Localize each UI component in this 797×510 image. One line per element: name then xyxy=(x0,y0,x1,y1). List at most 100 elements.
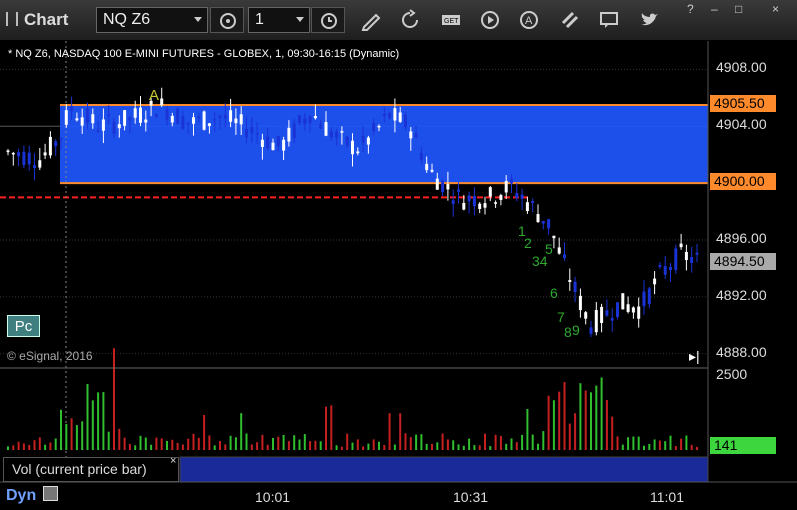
volume-axis-label: 2500 xyxy=(716,366,748,382)
candle-body xyxy=(117,124,121,129)
candle-body xyxy=(181,116,185,129)
volume-bars xyxy=(7,348,698,450)
price-label: 4888.00 xyxy=(716,344,767,360)
volume-bar xyxy=(293,435,296,450)
pc-button[interactable]: Pc xyxy=(7,315,40,337)
volume-bar xyxy=(325,406,327,450)
candle-body xyxy=(298,115,301,123)
candle-body xyxy=(112,121,116,134)
volume-bar xyxy=(28,444,31,450)
candle-body xyxy=(589,327,593,334)
candle-body xyxy=(504,180,508,193)
volume-bar xyxy=(690,444,693,450)
volume-bar xyxy=(330,405,333,450)
candle-body xyxy=(684,251,688,261)
candle-body xyxy=(515,193,519,198)
volume-bar xyxy=(22,443,25,450)
candle-body xyxy=(287,127,291,142)
volume-bar xyxy=(340,446,343,450)
volume-bar xyxy=(637,436,640,450)
volume-bar xyxy=(250,444,253,450)
candle-body xyxy=(139,107,142,123)
volume-bar xyxy=(256,442,259,450)
volume-bar xyxy=(388,413,391,450)
candle-body xyxy=(128,117,132,121)
candle-body xyxy=(669,266,672,271)
candle-body xyxy=(631,307,635,313)
price-label: 4904.00 xyxy=(716,116,767,132)
candle-body xyxy=(218,115,222,119)
volume-bar xyxy=(171,439,174,450)
volume-bar xyxy=(107,431,110,450)
candle-body xyxy=(319,124,323,129)
candle-body xyxy=(547,219,551,229)
volume-bar xyxy=(584,390,587,450)
volume-bar xyxy=(664,441,667,450)
volume-bar xyxy=(197,437,200,450)
candle-body xyxy=(690,257,694,264)
candle-body xyxy=(96,130,100,133)
candle-body xyxy=(340,131,344,133)
candle-body xyxy=(101,119,105,131)
candle-body xyxy=(372,122,376,131)
volume-bar xyxy=(696,446,698,450)
candle-body xyxy=(483,203,487,208)
volume-bar xyxy=(181,444,184,450)
count-label: 2 xyxy=(524,235,532,251)
candle-body xyxy=(499,195,503,201)
volume-bar xyxy=(478,445,481,450)
candle-body xyxy=(658,265,662,267)
volume-bar xyxy=(266,444,269,450)
volume-bar xyxy=(531,434,534,450)
dyn-label[interactable]: Dyn xyxy=(6,487,36,505)
candle-body xyxy=(197,116,201,119)
volume-bar xyxy=(658,440,661,450)
candle-body xyxy=(462,202,466,210)
candle-body xyxy=(382,113,386,116)
candle-body xyxy=(282,139,286,151)
volume-bar xyxy=(436,442,439,450)
volume-bar xyxy=(568,423,571,450)
volume-bar xyxy=(574,413,577,450)
candle-body xyxy=(260,139,264,147)
volume-bar xyxy=(144,437,147,450)
candle-body xyxy=(377,125,381,128)
volume-bar xyxy=(404,433,407,450)
volume-bar xyxy=(60,409,62,450)
volume-bar xyxy=(378,441,380,450)
candle-body xyxy=(388,112,392,119)
candle-body xyxy=(621,293,625,310)
volume-bar xyxy=(277,436,280,450)
price-chart[interactable] xyxy=(0,0,797,510)
candle-body xyxy=(653,278,657,285)
volume-bar xyxy=(563,382,566,450)
volume-bar xyxy=(97,392,100,450)
candle-body xyxy=(33,165,36,169)
lock-icon[interactable] xyxy=(43,486,58,501)
candle-body xyxy=(27,152,31,165)
volume-scroll-area[interactable] xyxy=(179,456,709,483)
volume-bar xyxy=(113,348,115,450)
candle-body xyxy=(531,201,535,203)
candle-body xyxy=(176,109,180,125)
candle-body xyxy=(292,123,296,139)
volume-bar xyxy=(399,413,402,450)
count-label: 9 xyxy=(572,322,580,338)
close-icon[interactable]: × xyxy=(170,455,176,467)
candle-body xyxy=(578,295,582,311)
volume-bar xyxy=(393,444,396,450)
candle-body xyxy=(663,266,667,275)
candle-body xyxy=(313,115,317,119)
candle-body xyxy=(48,136,52,156)
expand-icon[interactable]: ▸| xyxy=(689,348,700,365)
volume-bar xyxy=(81,421,84,450)
volume-bar xyxy=(653,439,656,450)
volume-bar xyxy=(383,445,386,450)
volume-bar xyxy=(499,435,502,450)
volume-bar xyxy=(139,435,142,450)
candle-body xyxy=(541,221,545,224)
volume-study-title[interactable]: Vol (current price bar) xyxy=(3,457,179,482)
candle-body xyxy=(123,110,127,126)
volume-bar xyxy=(346,433,349,450)
copyright: © eSignal, 2016 xyxy=(7,349,93,363)
